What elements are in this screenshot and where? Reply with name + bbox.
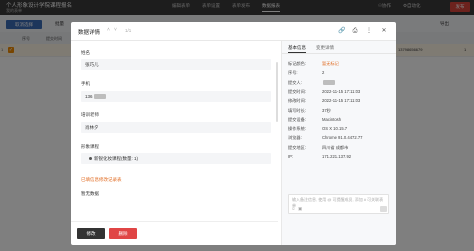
- info-key: 操作系统:: [288, 126, 306, 132]
- more-icon[interactable]: ⋮: [365, 27, 373, 35]
- info-value: 37秒: [322, 107, 331, 113]
- tab-divider: [282, 53, 396, 54]
- info-value: 2022-11-15 17:11:03: [322, 98, 361, 104]
- field-value-course: 新锐化妆课程(数量: 1): [81, 153, 271, 164]
- info-key: 标记颜色:: [288, 61, 306, 66]
- info-key: 提交人:: [288, 79, 302, 85]
- image-icon[interactable]: ▣: [298, 206, 302, 212]
- redacted-block: [93, 94, 106, 100]
- field-label-phone: 手机: [81, 81, 90, 86]
- info-key: 提交地区:: [288, 144, 306, 150]
- chevron-down-icon[interactable]: ˅: [114, 27, 117, 33]
- link-icon[interactable]: 🔗: [338, 27, 346, 35]
- data-detail-modal: 数据详情 ˄ ˅ 1/1 🔗 ⎙ ⋮ ✕ 姓名 张巧儿 手机 136 培训老师 …: [71, 22, 396, 245]
- info-key: 序号:: [288, 70, 298, 76]
- bullet-icon: [89, 157, 92, 161]
- print-icon[interactable]: ⎙: [351, 27, 359, 35]
- emoji-icon[interactable]: ☺: [291, 206, 296, 211]
- tab-change-details[interactable]: 变更详情: [316, 45, 334, 51]
- info-value: 四川省 成都市: [322, 144, 349, 150]
- modification-log-label: 已填信息修改记录表: [81, 177, 122, 182]
- info-key: 修改时间:: [288, 98, 306, 104]
- delete-button[interactable]: 删除: [109, 228, 137, 239]
- edit-button[interactable]: 修改: [77, 228, 105, 239]
- info-value: OS X 10.15.7: [322, 126, 348, 132]
- info-pane: 基本信息 变更详情 标记颜色: 暂无标记序号: 2 提交人: 提交时间: 2022-11-…: [281, 41, 396, 245]
- modification-log-value: 暂无数据: [81, 191, 99, 196]
- field-label-name: 姓名: [81, 50, 90, 55]
- field-label-course: 形象课程: [81, 144, 99, 149]
- comment-toolbar: ☺ ▣: [288, 206, 389, 214]
- info-value: Chrome 91.0.4472.77: [322, 135, 363, 141]
- field-value-phone: 136: [81, 91, 271, 102]
- info-value: [322, 79, 335, 85]
- detail-fields: 姓名 张巧儿 手机 136 培训老师 肖林夕 形象课程 新锐化妆课程(数量: 1…: [71, 41, 278, 221]
- info-key: IP:: [288, 154, 294, 159]
- info-key: 提交时间:: [288, 88, 306, 94]
- modal-footer: 修改 删除: [71, 221, 278, 245]
- mark-color-link[interactable]: 暂无标记: [322, 61, 339, 67]
- info-key: 填写时长:: [288, 107, 306, 113]
- modal-title: 数据详情: [78, 30, 101, 36]
- info-key: 提交设备:: [288, 116, 306, 122]
- info-key: 浏览器:: [288, 135, 302, 141]
- info-value: Macintosh: [322, 116, 342, 122]
- scrollbar[interactable]: [276, 62, 278, 122]
- record-counter: 1/1: [125, 28, 132, 33]
- info-value: 2022-11-15 17:11:03: [322, 88, 361, 94]
- send-button[interactable]: [380, 206, 387, 212]
- close-icon[interactable]: ✕: [380, 27, 388, 35]
- chevron-up-icon[interactable]: ˄: [107, 27, 110, 33]
- redacted-block: [323, 79, 335, 85]
- info-value: 171.221.137.92: [322, 154, 352, 159]
- field-label-teacher: 培训老师: [81, 112, 99, 117]
- field-value-teacher: 肖林夕: [81, 122, 271, 133]
- field-value-name: 张巧儿: [81, 59, 271, 70]
- info-value: 2: [322, 70, 325, 76]
- modal-header: 数据详情 ˄ ˅ 1/1 🔗 ⎙ ⋮ ✕: [71, 22, 396, 41]
- tab-basic-info[interactable]: 基本信息: [288, 45, 306, 53]
